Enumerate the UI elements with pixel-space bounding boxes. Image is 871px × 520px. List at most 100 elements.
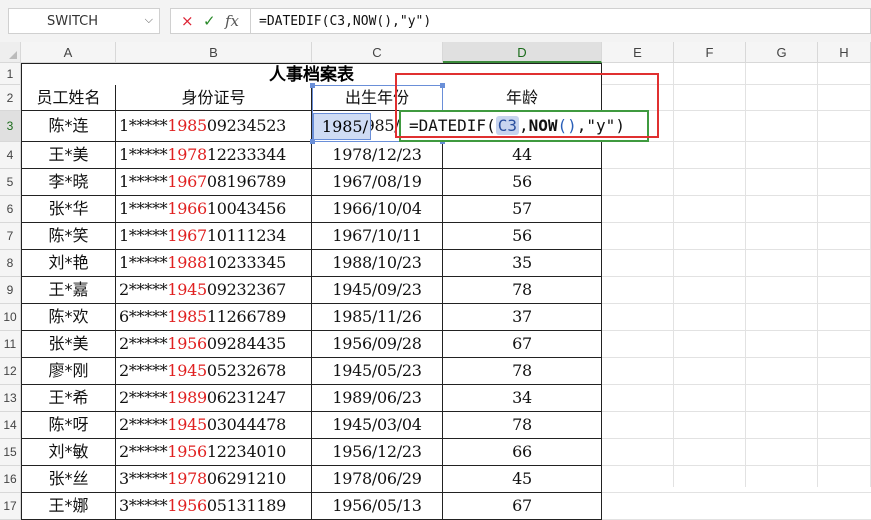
cell-age[interactable]: 57: [443, 196, 602, 223]
row-header-2[interactable]: 2: [0, 85, 21, 111]
cell-id-number[interactable]: 1*****196610043456: [116, 196, 312, 223]
cell-id-number[interactable]: 1*****197812233344: [116, 142, 312, 169]
cell-id-number[interactable]: 2*****194503044478: [116, 412, 312, 439]
fx-icon[interactable]: fx: [225, 12, 239, 30]
cell-age[interactable]: 66: [443, 439, 602, 466]
row-header-16[interactable]: 16: [0, 466, 21, 493]
cell-birth-date[interactable]: 1978/12/23: [312, 142, 443, 169]
cell-age[interactable]: 56: [443, 169, 602, 196]
row-header-12[interactable]: 12: [0, 358, 21, 385]
cell-age[interactable]: 67: [443, 493, 602, 520]
cell-age[interactable]: 37: [443, 304, 602, 331]
cell-name[interactable]: 王*嘉: [21, 277, 116, 304]
cell-name[interactable]: 陈*呀: [21, 412, 116, 439]
name-box-value: SWITCH: [47, 14, 98, 29]
cell-id-number[interactable]: 2*****195612234010: [116, 439, 312, 466]
cell-birth-date[interactable]: 1956/05/13: [312, 493, 443, 520]
cell-name[interactable]: 刘*艳: [21, 250, 116, 277]
cell-birth-date[interactable]: 1945/09/23: [312, 277, 443, 304]
cell-name[interactable]: 张*丝: [21, 466, 116, 493]
cell-id-number[interactable]: 1*****198509234523: [116, 111, 312, 142]
cell-age[interactable]: 45: [443, 466, 602, 493]
row-header-15[interactable]: 15: [0, 439, 21, 466]
row-header-17[interactable]: 17: [0, 493, 21, 520]
cell-birth-date[interactable]: 1966/10/04: [312, 196, 443, 223]
cell-birth-date[interactable]: 1967/08/19: [312, 169, 443, 196]
select-all-corner[interactable]: [0, 42, 21, 63]
chevron-down-icon[interactable]: ⌵: [145, 13, 153, 27]
name-box[interactable]: SWITCH ⌵: [8, 8, 160, 34]
id-prefix: 2*****: [119, 388, 168, 407]
row-header-1[interactable]: 1: [0, 63, 21, 85]
cell-id-number[interactable]: 6*****198511266789: [116, 304, 312, 331]
row-header-3[interactable]: 3: [0, 111, 21, 142]
cell-name[interactable]: 王*美: [21, 142, 116, 169]
column-header-g[interactable]: G: [746, 42, 818, 63]
selection-handle[interactable]: [310, 139, 315, 144]
cell-name[interactable]: 陈*连: [21, 111, 116, 142]
cell-name[interactable]: 张*美: [21, 331, 116, 358]
column-header-h[interactable]: H: [818, 42, 871, 63]
id-birth-year: 1945: [167, 280, 207, 299]
selection-handle[interactable]: [310, 83, 315, 88]
id-suffix: 10233345: [206, 253, 286, 272]
cell-birth-date[interactable]: 1956/09/28: [312, 331, 443, 358]
column-header-a[interactable]: A: [21, 42, 116, 63]
column-header-b[interactable]: B: [116, 42, 312, 63]
cell-name[interactable]: 王*娜: [21, 493, 116, 520]
confirm-icon[interactable]: ✓: [203, 12, 216, 30]
cell-name[interactable]: 陈*笑: [21, 223, 116, 250]
row-header-4[interactable]: 4: [0, 142, 21, 169]
header-name[interactable]: 员工姓名: [21, 85, 116, 111]
cell-id-number[interactable]: 3*****195605131189: [116, 493, 312, 520]
cell-birth-date[interactable]: 1967/10/11: [312, 223, 443, 250]
cell-age[interactable]: 56: [443, 223, 602, 250]
cell-id-number[interactable]: 2*****198906231247: [116, 385, 312, 412]
cell-birth-date[interactable]: 1945/05/23: [312, 358, 443, 385]
column-header-e[interactable]: E: [602, 42, 674, 63]
header-id[interactable]: 身份证号: [116, 85, 312, 111]
cancel-icon[interactable]: ×: [181, 12, 194, 30]
cell-birth-date[interactable]: 1956/12/23: [312, 439, 443, 466]
cell-name[interactable]: 王*希: [21, 385, 116, 412]
formula-input[interactable]: =DATEDIF(C3,NOW(),"y"): [250, 8, 871, 34]
cell-id-number[interactable]: 1*****196708196789: [116, 169, 312, 196]
cell-age[interactable]: 78: [443, 358, 602, 385]
cell-id-number[interactable]: 1*****196710111234: [116, 223, 312, 250]
column-header-f[interactable]: F: [674, 42, 746, 63]
cell-birth-date[interactable]: 1985/11/26: [312, 304, 443, 331]
cell-age[interactable]: 44: [443, 142, 602, 169]
id-suffix: 12234010: [206, 442, 286, 461]
cell-id-number[interactable]: 3*****197806291210: [116, 466, 312, 493]
column-header-c[interactable]: C: [312, 42, 443, 63]
cell-name[interactable]: 张*华: [21, 196, 116, 223]
cell-name[interactable]: 廖*刚: [21, 358, 116, 385]
cell-id-number[interactable]: 2*****194505232678: [116, 358, 312, 385]
cell-birth-date[interactable]: 1989/06/23: [312, 385, 443, 412]
row-header-13[interactable]: 13: [0, 385, 21, 412]
cell-age[interactable]: 35: [443, 250, 602, 277]
cell-name[interactable]: 李*晓: [21, 169, 116, 196]
cell-birth-date[interactable]: 1988/10/23: [312, 250, 443, 277]
id-suffix: 09232367: [206, 280, 286, 299]
row-header-7[interactable]: 7: [0, 223, 21, 250]
cell-id-number[interactable]: 1*****198810233345: [116, 250, 312, 277]
row-header-9[interactable]: 9: [0, 277, 21, 304]
cell-birth-date[interactable]: 1945/03/04: [312, 412, 443, 439]
cell-age[interactable]: 78: [443, 277, 602, 304]
cell-age[interactable]: 78: [443, 412, 602, 439]
row-header-8[interactable]: 8: [0, 250, 21, 277]
cell-birth-date[interactable]: 1978/06/29: [312, 466, 443, 493]
cell-age[interactable]: 34: [443, 385, 602, 412]
cell-name[interactable]: 刘*敏: [21, 439, 116, 466]
row-header-14[interactable]: 14: [0, 412, 21, 439]
cell-age[interactable]: 67: [443, 331, 602, 358]
cell-name[interactable]: 陈*欢: [21, 304, 116, 331]
cell-id-number[interactable]: 2*****195609284435: [116, 331, 312, 358]
row-header-10[interactable]: 10: [0, 304, 21, 331]
row-header-6[interactable]: 6: [0, 196, 21, 223]
row-header-5[interactable]: 5: [0, 169, 21, 196]
column-header-d[interactable]: D: [443, 42, 602, 63]
cell-id-number[interactable]: 2*****194509232367: [116, 277, 312, 304]
row-header-11[interactable]: 11: [0, 331, 21, 358]
